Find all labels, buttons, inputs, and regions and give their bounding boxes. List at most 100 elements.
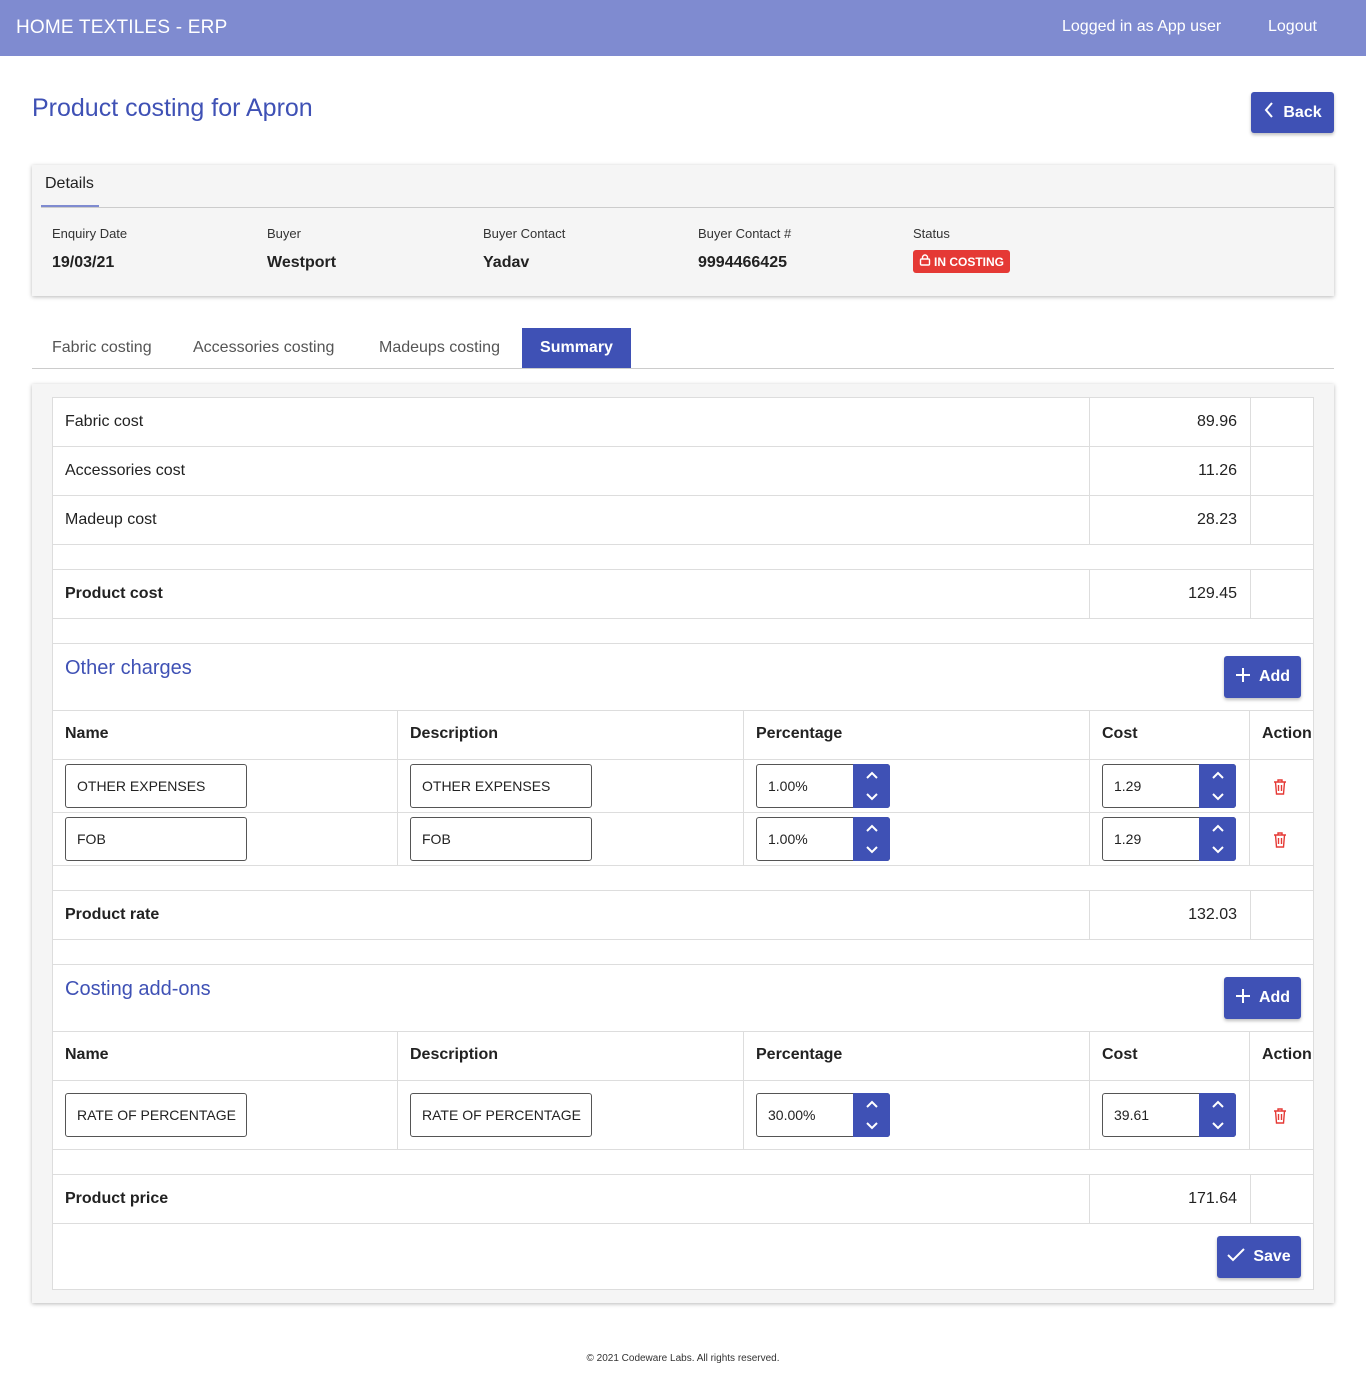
header-action: Action — [1262, 725, 1312, 742]
other-charges-title: Other charges — [65, 657, 192, 679]
other-charge-percentage-stepper[interactable]: 1.00% — [756, 817, 890, 861]
logged-in-user: Logged in as App user — [1062, 18, 1222, 35]
stepper-buttons — [1199, 764, 1236, 808]
column-divider — [1089, 496, 1090, 544]
spacer-row — [53, 545, 1313, 570]
status-badge-text: IN COSTING — [934, 254, 1005, 269]
lock-icon — [919, 254, 931, 269]
chevron-down-icon[interactable] — [853, 786, 890, 808]
header-description: Description — [410, 1046, 499, 1063]
other-charges-header-row: Other charges Add — [53, 644, 1313, 711]
header-percentage: Percentage — [756, 725, 843, 742]
other-charge-description-input[interactable]: OTHER EXPENSES — [410, 764, 592, 808]
accessories-cost-value: 11.26 — [1198, 462, 1237, 479]
column-divider — [1089, 1081, 1090, 1149]
accessories-cost-row: Accessories cost 11.26 — [53, 447, 1313, 496]
add-other-charge-button[interactable]: Add — [1224, 656, 1301, 698]
column-divider — [1250, 496, 1251, 544]
other-charge-cost-stepper[interactable]: 1.29 — [1102, 764, 1236, 808]
chevron-down-icon[interactable] — [853, 839, 890, 861]
summary-table: Fabric cost 89.96 Accessories cost 11.26… — [52, 397, 1314, 1290]
costing-addons-table-header: Name Description Percentage Cost Action — [53, 1032, 1313, 1081]
delete-trash-icon[interactable] — [1272, 778, 1288, 801]
stepper-buttons — [853, 764, 890, 808]
buyer-contact-number-label: Buyer Contact # — [698, 226, 792, 241]
chevron-up-icon[interactable] — [853, 817, 890, 839]
product-cost-label: Product cost — [65, 585, 163, 602]
product-price-label: Product price — [65, 1190, 169, 1207]
save-button-label: Save — [1253, 1248, 1291, 1265]
cost-value: 1.29 — [1114, 778, 1142, 794]
column-divider — [1089, 447, 1090, 495]
summary-card: Fabric cost 89.96 Accessories cost 11.26… — [32, 384, 1334, 1303]
chevron-up-icon[interactable] — [1199, 817, 1236, 839]
chevron-down-icon[interactable] — [1199, 839, 1236, 861]
header-action: Action — [1262, 1046, 1312, 1063]
add-button-label: Add — [1258, 989, 1291, 1006]
other-charge-name-input[interactable]: FOB — [65, 817, 247, 861]
logout-link[interactable]: Logout — [1268, 18, 1317, 36]
madeup-cost-value: 28.23 — [1196, 511, 1237, 528]
buyer-contact-number-field: Buyer Contact # 9994466425 — [698, 226, 791, 272]
top-bar: HOME TEXTILES - ERP Logged in as App use… — [0, 0, 1366, 56]
chevron-up-icon[interactable] — [853, 764, 890, 786]
details-card: Details Enquiry Date 19/03/21 Buyer West… — [32, 165, 1334, 296]
page-title: Product costing for Apron — [32, 94, 313, 122]
back-button[interactable]: Back — [1251, 92, 1334, 133]
tab-madeups-costing[interactable]: Madeups costing — [379, 328, 500, 368]
fabric-cost-value: 89.96 — [1196, 413, 1237, 430]
costing-tabs: Fabric costing Accessories costing Madeu… — [32, 328, 1334, 369]
save-button[interactable]: Save — [1217, 1236, 1301, 1278]
other-charge-cost-stepper[interactable]: 1.29 — [1102, 817, 1236, 861]
column-divider — [397, 711, 398, 759]
chevron-down-icon[interactable] — [1199, 786, 1236, 808]
addon-name-input[interactable]: RATE OF PERCENTAGE — [65, 1093, 247, 1137]
tab-details[interactable]: Details — [41, 165, 99, 208]
chevron-down-icon[interactable] — [853, 1115, 890, 1137]
header-cost: Cost — [1102, 1046, 1138, 1063]
delete-trash-icon[interactable] — [1272, 1107, 1288, 1130]
column-divider — [397, 1032, 398, 1080]
product-rate-label: Product rate — [65, 906, 160, 923]
add-costing-addon-button[interactable]: Add — [1224, 977, 1301, 1019]
addon-percentage-stepper[interactable]: 30.00% — [756, 1093, 890, 1137]
column-divider — [1249, 711, 1250, 759]
enquiry-date-label: Enquiry Date — [52, 226, 128, 241]
product-rate-value: 132.03 — [1188, 906, 1237, 923]
addon-cost-stepper[interactable]: 39.61 — [1102, 1093, 1236, 1137]
enquiry-date-field: Enquiry Date 19/03/21 — [52, 226, 127, 272]
stepper-buttons — [853, 817, 890, 861]
column-divider — [1249, 1032, 1250, 1080]
product-cost-row: Product cost 129.45 — [53, 570, 1313, 619]
spacer-row — [53, 940, 1313, 965]
delete-trash-icon[interactable] — [1272, 831, 1288, 854]
status-label: Status — [913, 226, 950, 241]
chevron-left-icon — [1263, 101, 1275, 124]
chevron-up-icon[interactable] — [1199, 764, 1236, 786]
buyer-value: Westport — [267, 254, 337, 271]
chevron-up-icon[interactable] — [1199, 1093, 1236, 1115]
costing-addons-header-row: Costing add-ons Add — [53, 965, 1313, 1032]
chevron-down-icon[interactable] — [1199, 1115, 1236, 1137]
other-charge-percentage-stepper[interactable]: 1.00% — [756, 764, 890, 808]
back-button-label: Back — [1283, 103, 1322, 121]
check-icon — [1227, 1247, 1246, 1267]
other-charge-name-input[interactable]: OTHER EXPENSES — [65, 764, 247, 808]
app-title: HOME TEXTILES - ERP — [16, 17, 228, 38]
addon-description-input[interactable]: RATE OF PERCENTAGE — [410, 1093, 592, 1137]
tab-accessories-costing[interactable]: Accessories costing — [193, 328, 334, 368]
product-rate-row: Product rate 132.03 — [53, 891, 1313, 940]
status-field: Status IN COSTING — [913, 226, 1011, 273]
product-price-value: 171.64 — [1188, 1190, 1237, 1207]
tab-summary[interactable]: Summary — [522, 328, 631, 368]
spacer-row — [53, 1150, 1313, 1175]
column-divider — [1089, 891, 1090, 939]
chevron-up-icon[interactable] — [853, 1093, 890, 1115]
column-divider — [1249, 1081, 1250, 1149]
other-charge-description-input[interactable]: FOB — [410, 817, 592, 861]
tab-fabric-costing[interactable]: Fabric costing — [52, 328, 152, 368]
column-divider — [1250, 398, 1251, 446]
buyer-contact-field: Buyer Contact Yadav — [483, 226, 565, 272]
column-divider — [743, 711, 744, 759]
madeup-cost-label: Madeup cost — [65, 511, 157, 528]
